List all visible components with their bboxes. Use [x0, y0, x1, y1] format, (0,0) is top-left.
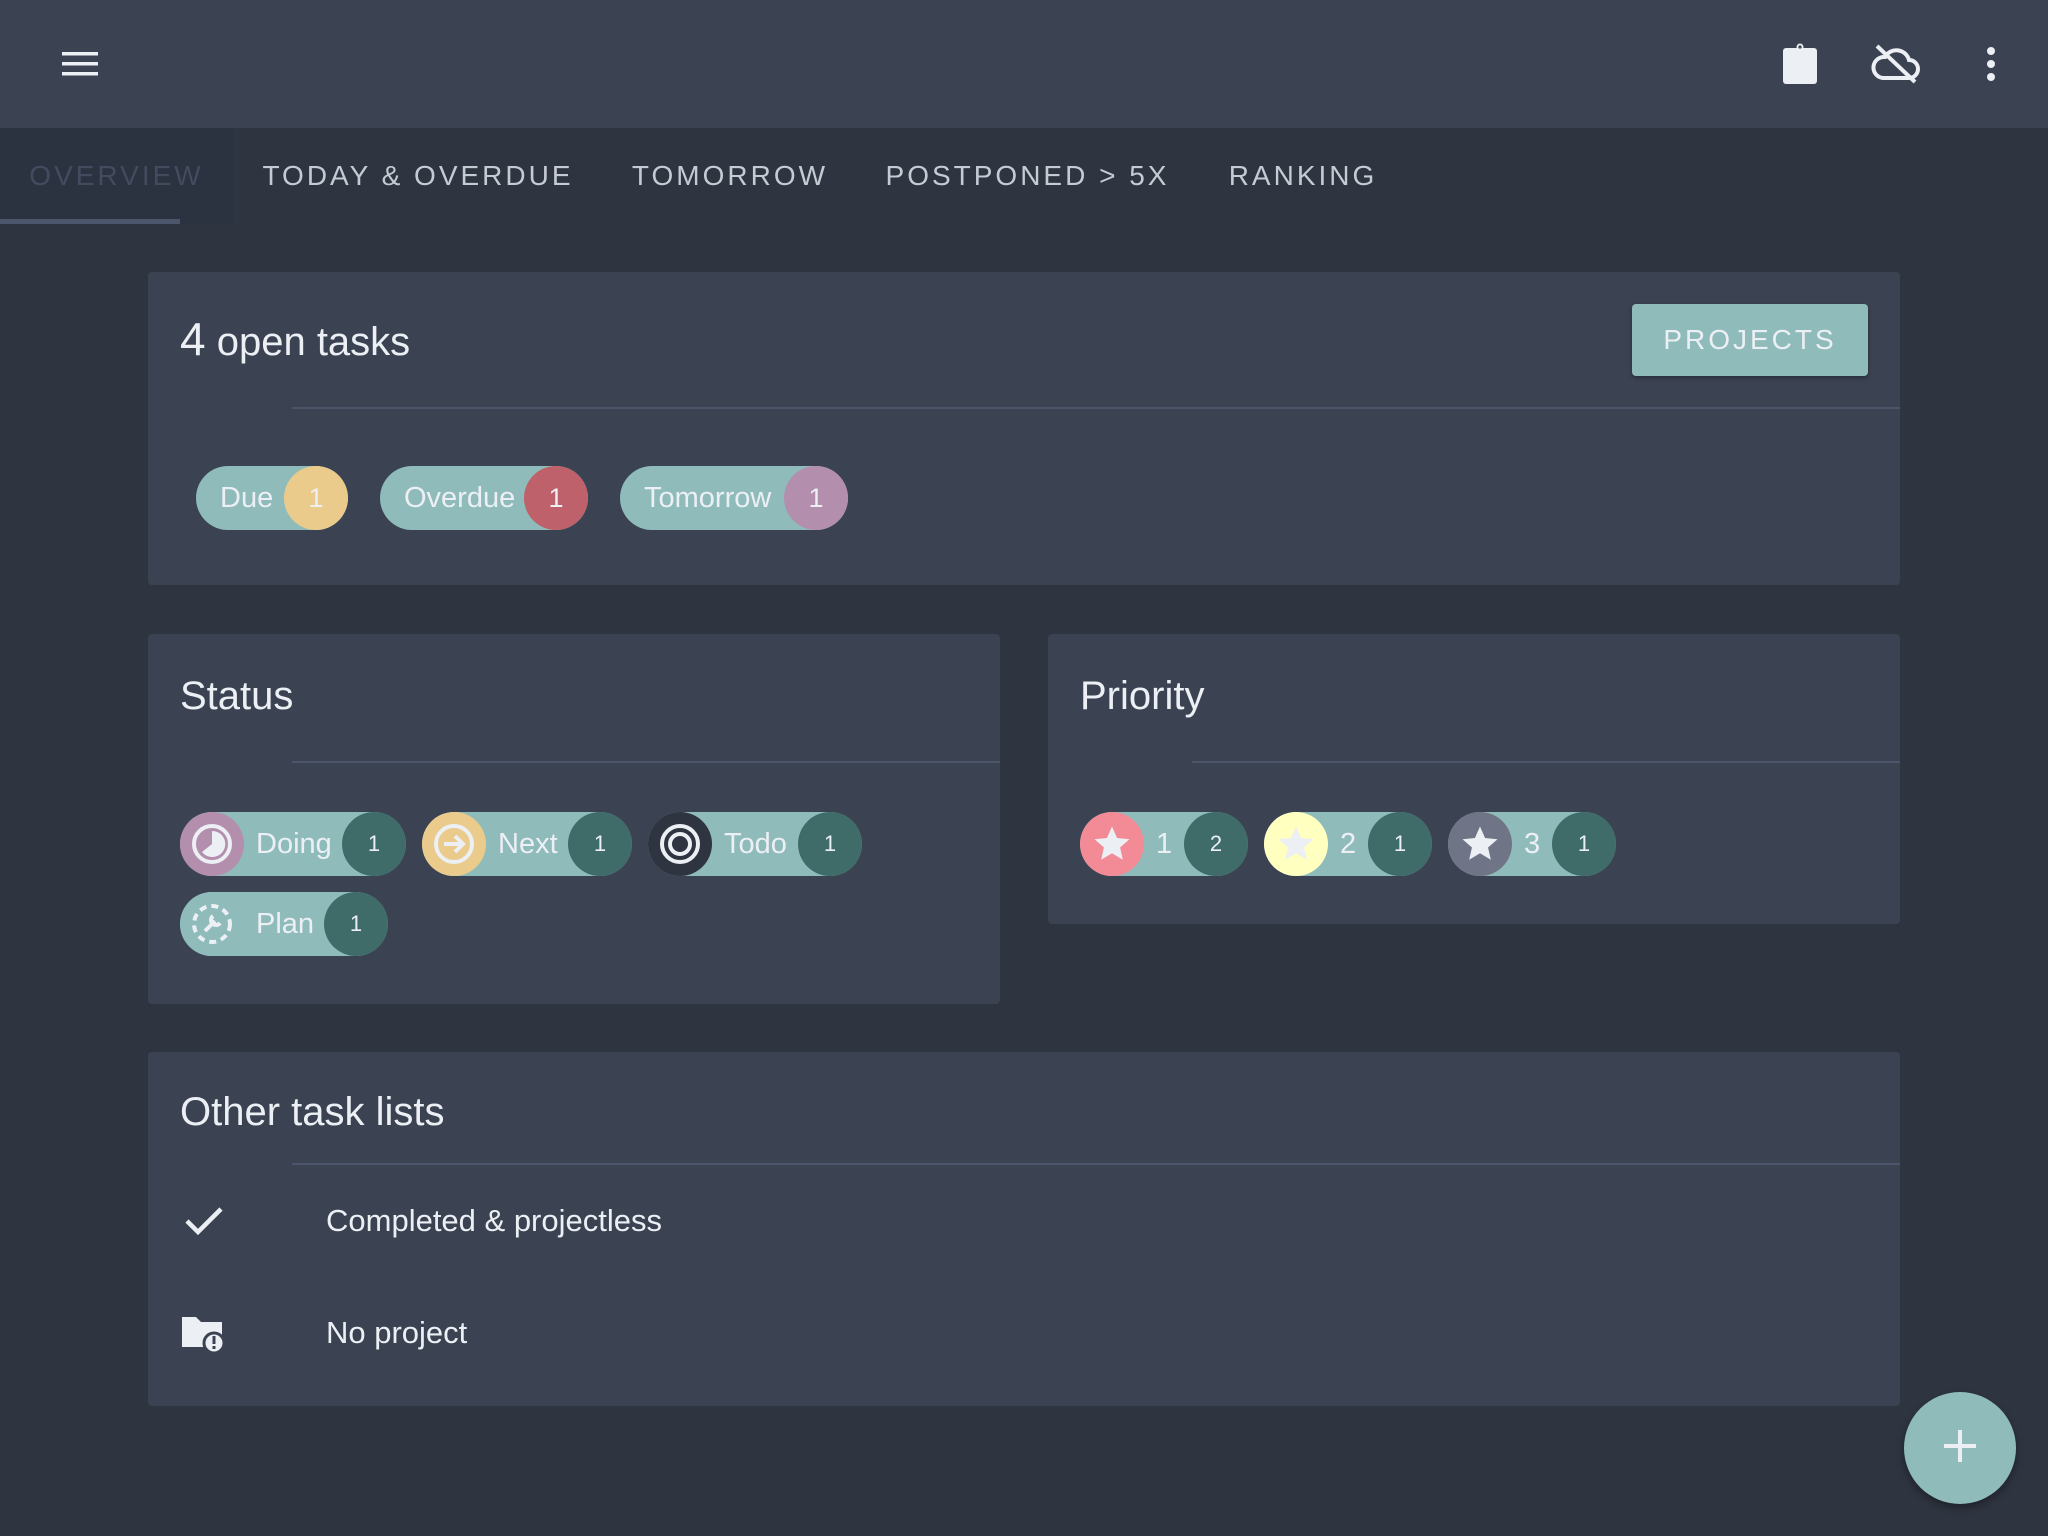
star-icon — [1264, 812, 1328, 876]
status-card: Status Doing 1 Next 1 Todo 1 Plan 1 — [148, 634, 1000, 1004]
chip-overdue[interactable]: Overdue 1 — [380, 466, 588, 530]
chip-priority-2[interactable]: 2 1 — [1264, 812, 1432, 876]
divider — [1192, 761, 1900, 763]
chip-label: Tomorrow — [644, 481, 772, 514]
folder-alert-icon — [180, 1309, 228, 1357]
clipboard-icon[interactable] — [1770, 34, 1830, 94]
chip-count: 1 — [324, 892, 388, 956]
chip-count: 1 — [342, 812, 406, 876]
add-task-fab[interactable] — [1904, 1392, 2016, 1504]
tab-today-overdue[interactable]: TODAY & OVERDUE — [233, 128, 603, 224]
priority-title: Priority — [1080, 674, 1205, 718]
chip-count: 1 — [1552, 812, 1616, 876]
cloud-off-icon[interactable] — [1865, 34, 1925, 94]
plus-icon — [1942, 1428, 1978, 1469]
chip-priority-3[interactable]: 3 1 — [1448, 812, 1616, 876]
chip-count: 1 — [284, 466, 348, 530]
chip-status-plan[interactable]: Plan 1 — [180, 892, 388, 956]
chip-priority-1[interactable]: 1 2 — [1080, 812, 1248, 876]
chip-status-next[interactable]: Next 1 — [422, 812, 632, 876]
tab-ranking[interactable]: RANKING — [1198, 128, 1408, 224]
chip-count: 1 — [784, 466, 848, 530]
tab-overview[interactable]: OVERVIEW — [0, 128, 233, 224]
other-lists-card: Other task lists Completed & projectless… — [148, 1052, 1900, 1406]
star-icon — [1080, 812, 1144, 876]
tab-tomorrow[interactable]: TOMORROW — [603, 128, 857, 224]
priority-card: Priority 1 2 2 1 3 1 — [1048, 634, 1900, 924]
chip-label: Due — [220, 481, 274, 514]
more-vertical-icon[interactable] — [1961, 34, 2021, 94]
pie-progress-icon — [180, 812, 244, 876]
tab-postponed[interactable]: POSTPONED > 5X — [857, 128, 1198, 224]
chip-count: 1 — [1368, 812, 1432, 876]
chip-due[interactable]: Due 1 — [196, 466, 348, 530]
open-tasks-label: open tasks — [216, 320, 411, 364]
open-tasks-count: 4 — [180, 313, 206, 365]
tab-indicator — [0, 219, 180, 224]
open-tasks-title: 4 open tasks — [180, 312, 410, 366]
list-item-no-project[interactable]: No project — [148, 1277, 1900, 1389]
app-bar — [0, 0, 2048, 128]
chip-tomorrow[interactable]: Tomorrow 1 — [620, 466, 848, 530]
chip-status-doing[interactable]: Doing 1 — [180, 812, 406, 876]
projects-button[interactable]: PROJECTS — [1632, 304, 1868, 376]
divider — [292, 761, 1000, 763]
chip-count: 1 — [568, 812, 632, 876]
tab-bar: OVERVIEW TODAY & OVERDUE TOMORROW POSTPO… — [0, 128, 2048, 224]
wrench-circle-icon — [180, 892, 244, 956]
other-lists-title: Other task lists — [180, 1090, 445, 1134]
target-icon — [648, 812, 712, 876]
chip-count: 1 — [798, 812, 862, 876]
chip-count: 2 — [1184, 812, 1248, 876]
list-item-label: Completed & projectless — [326, 1203, 662, 1238]
star-icon — [1448, 812, 1512, 876]
divider — [292, 407, 1900, 409]
hamburger-menu-icon[interactable] — [50, 34, 110, 94]
chip-count: 1 — [524, 466, 588, 530]
open-tasks-card: 4 open tasks PROJECTS Due 1 Overdue 1 To… — [148, 272, 1900, 585]
arrow-right-circle-icon — [422, 812, 486, 876]
chip-status-todo[interactable]: Todo 1 — [648, 812, 862, 876]
status-title: Status — [180, 674, 294, 718]
list-item-label: No project — [326, 1315, 468, 1350]
chip-label: Overdue — [404, 481, 516, 514]
list-item-completed[interactable]: Completed & projectless — [148, 1165, 1900, 1277]
check-icon — [180, 1197, 228, 1245]
